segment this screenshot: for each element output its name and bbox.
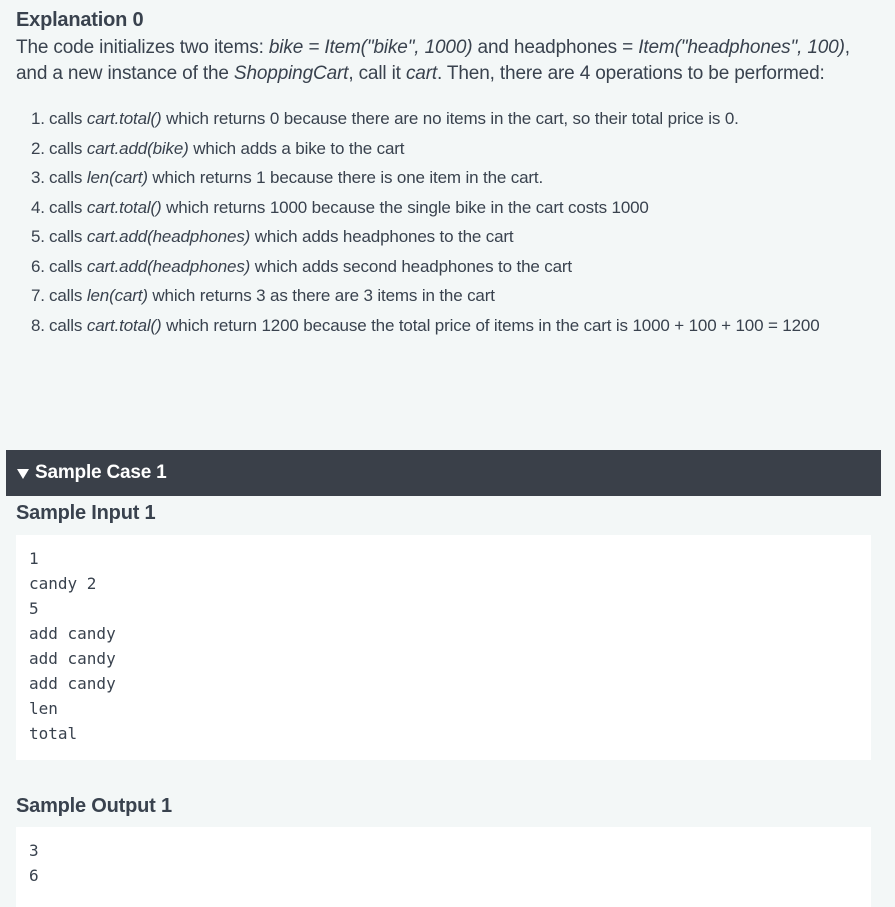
code-line: 3 — [29, 841, 39, 860]
code-reference: Item("headphones", 100) — [638, 37, 845, 58]
explanation-heading: Explanation 0 — [16, 9, 144, 31]
code-reference: cart.total() — [86, 197, 162, 217]
text-run: , call it — [348, 63, 406, 84]
code-line: 6 — [29, 866, 39, 885]
text-run: calls — [49, 138, 87, 158]
explanation-step: 6. calls cart.add(headphones) which adds … — [16, 255, 876, 279]
explanation-step: 7. calls len(cart) which returns 3 as the… — [16, 284, 876, 308]
sample-output-heading: Sample Output 1 — [16, 795, 172, 817]
explanation-step: 3. calls len(cart) which returns 1 becaus… — [16, 166, 876, 190]
explanation-step: 2. calls cart.add(bike) which adds a bike… — [16, 137, 876, 161]
code-reference: cart.add(headphones) — [86, 227, 251, 246]
code-reference: ShoppingCart — [233, 63, 349, 84]
text-run: which returns 1 because there is one ite… — [147, 168, 544, 187]
code-reference: cart.add(headphones) — [86, 256, 251, 276]
text-run: which return 1200 because the total pric… — [161, 315, 820, 335]
text-run: calls — [49, 168, 87, 187]
code-line: 5 — [29, 599, 39, 618]
problem-content: Explanation 0 The code initializes two i… — [0, 0, 895, 907]
sample-input-code: 1 candy 2 5 add candy add candy add candy len t… — [16, 535, 871, 760]
code-reference: cart.total() — [86, 315, 162, 335]
text-run: . Then, there are 4 operations to be per… — [437, 63, 825, 84]
explanation-steps-list: 1. calls cart.total() which returns 0 bec… — [16, 107, 876, 338]
text-run: and headphones = — [472, 37, 639, 58]
text-run: which adds a bike to the cart — [188, 138, 405, 158]
step-number: 6. — [31, 256, 45, 276]
text-run: The code initializes two items: — [16, 37, 269, 58]
sample-case-toggle[interactable]: Sample Case 1 — [6, 450, 881, 496]
explanation-section: Explanation 0 The code initializes two i… — [16, 6, 876, 343]
text-run: which returns 0 because there are no ite… — [161, 109, 739, 128]
code-reference: cart — [405, 63, 438, 84]
explanation-step: 1. calls cart.total() which returns 0 bec… — [16, 107, 876, 131]
code-line: add candy — [29, 674, 116, 693]
text-run: calls — [49, 286, 87, 305]
sample-input-heading: Sample Input 1 — [16, 502, 156, 524]
explanation-step: 5. calls cart.add(headphones) which adds … — [16, 225, 876, 249]
step-number: 1. — [31, 109, 45, 128]
code-reference: bike = Item("bike", 1000) — [268, 37, 473, 58]
code-line: 1 — [29, 549, 39, 568]
explanation-intro: The code initializes two items: bike = I… — [16, 35, 876, 87]
code-line: total — [29, 724, 78, 743]
text-run: calls — [49, 227, 87, 246]
code-reference: len(cart) — [86, 168, 148, 187]
step-number: 2. — [31, 138, 45, 158]
text-run: calls — [49, 109, 87, 128]
triangle-down-icon — [17, 469, 29, 479]
step-number: 7. — [31, 286, 45, 305]
text-run: which adds headphones to the cart — [250, 227, 514, 246]
text-run: calls — [49, 315, 87, 335]
code-line: add candy — [29, 649, 116, 668]
step-number: 3. — [31, 168, 45, 187]
explanation-step: 8. calls cart.total() which return 1200 b… — [16, 314, 876, 338]
step-number: 5. — [31, 227, 45, 246]
code-reference: len(cart) — [86, 286, 148, 305]
sample-case-title: Sample Case 1 — [35, 462, 167, 483]
code-line: len — [29, 699, 58, 718]
text-run: which returns 1000 because the single bi… — [161, 197, 649, 217]
text-run: calls — [49, 256, 87, 276]
sample-output-code: 36 — [16, 827, 871, 907]
code-line: candy 2 — [29, 574, 97, 593]
explanation-step: 4. calls cart.total() which returns 1000 … — [16, 196, 876, 220]
code-reference: cart.add(bike) — [86, 138, 189, 158]
text-run: calls — [49, 197, 87, 217]
text-run: which returns 3 as there are 3 items in … — [147, 286, 495, 305]
step-number: 4. — [31, 197, 45, 217]
step-number: 8. — [31, 315, 45, 335]
code-line: add candy — [29, 624, 116, 643]
code-reference: cart.total() — [86, 109, 162, 128]
text-run: which adds second headphones to the cart — [250, 256, 572, 276]
